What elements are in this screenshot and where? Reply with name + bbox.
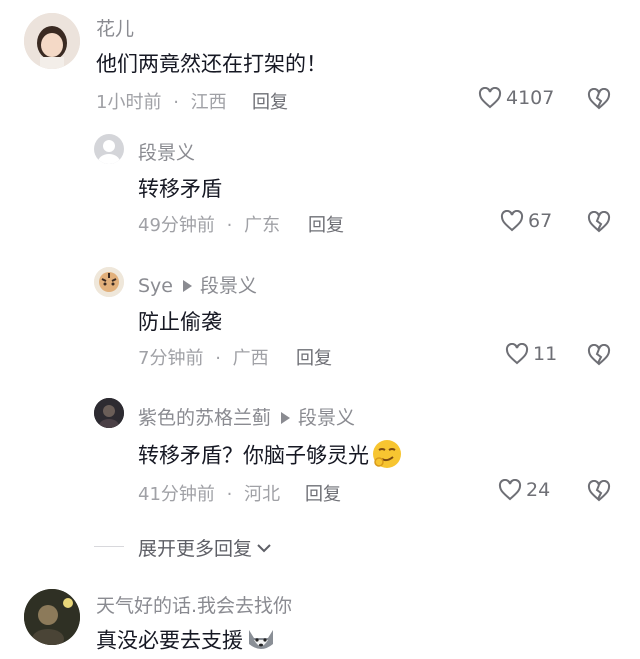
comment-author[interactable]: 花儿 — [96, 14, 134, 41]
broken-heart-icon — [587, 343, 611, 366]
reply-text: 转移矛盾？你脑子够灵光 — [138, 443, 369, 468]
reply-location: 广东 — [244, 215, 281, 236]
triangle-right-icon — [183, 280, 192, 292]
heart-outline-icon — [500, 210, 524, 232]
reply-time: 41分钟前 — [138, 484, 215, 505]
smirk-emoji-icon — [371, 438, 403, 475]
avatar[interactable] — [94, 134, 124, 164]
avatar-girl-image — [24, 13, 80, 69]
comment-text: 他们两竟然还在打架的！ — [96, 52, 327, 76]
like-count: 24 — [526, 479, 551, 501]
avatar[interactable] — [94, 398, 124, 428]
heart-outline-icon — [478, 87, 502, 109]
like-button[interactable]: 4107 — [478, 87, 554, 109]
reply-location: 广西 — [232, 348, 269, 369]
avatar[interactable] — [24, 589, 80, 645]
like-count: 4107 — [506, 87, 555, 109]
reply-author[interactable]: Sye — [138, 275, 173, 297]
reply-location: 河北 — [244, 484, 281, 505]
dislike-button[interactable] — [587, 210, 611, 235]
comment-content: 真没必要去支援 — [96, 624, 277, 659]
expand-divider — [94, 546, 124, 547]
reply-text: 转移矛盾 — [138, 177, 222, 201]
reply-author[interactable]: 段景义 — [138, 138, 195, 165]
doge-emoji-icon — [245, 624, 277, 659]
avatar[interactable] — [94, 267, 124, 297]
like-count: 67 — [528, 210, 553, 232]
reply-to-author[interactable]: 段景义 — [298, 407, 355, 429]
avatar-tiger-image — [94, 267, 124, 297]
like-button[interactable]: 11 — [505, 343, 557, 365]
meta-separator: · — [226, 215, 233, 236]
like-count: 11 — [533, 343, 558, 365]
expand-replies-label: 展开更多回复 — [138, 538, 253, 560]
avatar-dark-image — [94, 398, 124, 428]
reply-text: 防止偷袭 — [138, 310, 222, 334]
chevron-down-icon — [257, 543, 271, 552]
dislike-button[interactable] — [587, 343, 611, 368]
broken-heart-icon — [587, 479, 611, 502]
reply-meta: 7分钟前 · 广西 — [138, 344, 269, 370]
like-button[interactable]: 67 — [500, 210, 552, 232]
heart-outline-icon — [505, 343, 529, 365]
broken-heart-icon — [587, 210, 611, 233]
dislike-button[interactable] — [587, 87, 611, 112]
reply-time: 7分钟前 — [138, 348, 204, 369]
broken-heart-icon — [587, 87, 611, 110]
avatar[interactable] — [24, 13, 80, 69]
meta-separator: · — [215, 348, 221, 369]
reply-to-author[interactable]: 段景义 — [200, 275, 257, 297]
expand-replies-button[interactable]: 展开更多回复 — [138, 534, 272, 561]
comment-time: 1小时前 — [96, 92, 162, 113]
reply-header: 紫色的苏格兰蓟 段景义 — [138, 403, 355, 430]
reply-meta: 41分钟前 · 河北 — [138, 480, 280, 506]
dislike-button[interactable] — [587, 479, 611, 504]
triangle-right-icon — [281, 412, 291, 424]
avatar-night-image — [24, 589, 80, 645]
comment-author[interactable]: 天气好的话.我会去找你 — [96, 591, 292, 618]
reply-meta: 49分钟前 · 广东 — [138, 211, 280, 237]
reply-button[interactable]: 回复 — [296, 344, 332, 370]
reply-author[interactable]: 紫色的苏格兰蓟 — [138, 407, 271, 429]
reply-header: Sye 段景义 — [138, 271, 257, 298]
comment-location: 江西 — [190, 92, 227, 113]
reply-button[interactable]: 回复 — [308, 211, 344, 237]
reply-button[interactable]: 回复 — [305, 480, 341, 506]
default-avatar-icon — [98, 140, 120, 164]
meta-separator: · — [226, 484, 233, 505]
comment-meta: 1小时前 · 江西 — [96, 88, 227, 114]
like-button[interactable]: 24 — [498, 479, 550, 501]
heart-outline-icon — [498, 479, 522, 501]
reply-time: 49分钟前 — [138, 215, 215, 236]
meta-separator: · — [173, 92, 179, 113]
reply-button[interactable]: 回复 — [252, 88, 288, 114]
reply-content: 转移矛盾？你脑子够灵光 — [138, 438, 403, 475]
comment-text: 真没必要去支援 — [96, 628, 243, 653]
